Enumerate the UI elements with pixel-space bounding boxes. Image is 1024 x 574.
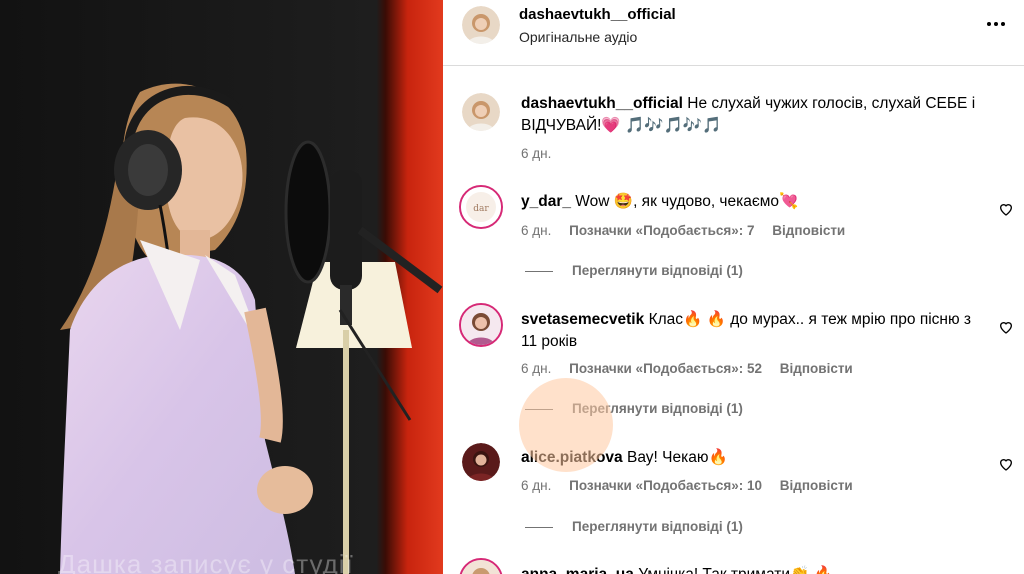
audio-label[interactable]: Оригінальне аудіо bbox=[519, 29, 637, 45]
author-avatar[interactable] bbox=[462, 93, 500, 131]
view-replies-button[interactable]: Переглянути відповіді (1) bbox=[525, 401, 743, 416]
comment-username[interactable]: dashaevtukh__official bbox=[521, 95, 683, 112]
replies-divider bbox=[525, 526, 553, 528]
comment-text: Умнічка! Так тримати👏 🔥 bbox=[638, 566, 833, 574]
post-header: dashaevtukh__official Оригінальне аудіо bbox=[443, 0, 1024, 66]
heart-outline-icon[interactable] bbox=[998, 201, 1014, 217]
view-replies-button[interactable]: Переглянути відповіді (1) bbox=[525, 263, 743, 278]
author-username[interactable]: dashaevtukh__official bbox=[519, 6, 676, 23]
comment-username[interactable]: y_dar_ bbox=[521, 193, 571, 210]
svg-text:dar: dar bbox=[473, 204, 489, 214]
comment-time[interactable]: 6 дн. bbox=[521, 223, 551, 238]
comment-meta: 6 дн. bbox=[521, 146, 565, 161]
likes-count[interactable]: Позначки «Подобається»: 10 bbox=[569, 478, 762, 493]
replies-divider bbox=[525, 408, 553, 410]
comment-meta: 6 дн. Позначки «Подобається»: 7 Відповіс… bbox=[521, 223, 859, 238]
comment-text: Вау! Чекаю🔥 bbox=[626, 449, 728, 466]
commenter-avatar[interactable]: dar bbox=[459, 185, 503, 229]
comment-text-block: alice.piatkova Вау! Чекаю🔥 bbox=[521, 447, 981, 469]
comment-meta: 6 дн. Позначки «Подобається»: 10 Відпові… bbox=[521, 478, 867, 493]
heart-outline-icon[interactable] bbox=[998, 319, 1014, 335]
reply-button[interactable]: Відповісти bbox=[772, 223, 845, 238]
reply-button[interactable]: Відповісти bbox=[780, 361, 853, 376]
view-replies-label: Переглянути відповіді (1) bbox=[572, 519, 743, 534]
comment-time[interactable]: 6 дн. bbox=[521, 146, 551, 161]
reply-button[interactable]: Відповісти bbox=[780, 478, 853, 493]
comment-username[interactable]: svetasemecvetik bbox=[521, 311, 644, 328]
view-replies-button[interactable]: Переглянути відповіді (1) bbox=[525, 519, 743, 534]
caption-text-block: dashaevtukh__official Не слухай чужих го… bbox=[521, 93, 981, 137]
video-caption: Дашка записує у студії bbox=[58, 549, 354, 574]
video-player[interactable]: Дашка записує у студії bbox=[0, 0, 443, 574]
likes-count[interactable]: Позначки «Подобається»: 7 bbox=[569, 223, 754, 238]
comment-time[interactable]: 6 дн. bbox=[521, 478, 551, 493]
replies-divider bbox=[525, 270, 553, 272]
comment-username[interactable]: anna_maria_ua bbox=[521, 566, 634, 574]
comment-text-block: svetasemecvetik Клас🔥 🔥 до мурах.. я теж… bbox=[521, 309, 981, 353]
comment-username[interactable]: alice.piatkova bbox=[521, 449, 623, 466]
view-replies-label: Переглянути відповіді (1) bbox=[572, 263, 743, 278]
commenter-avatar[interactable] bbox=[459, 558, 503, 574]
author-avatar[interactable] bbox=[462, 6, 500, 44]
heart-outline-icon[interactable] bbox=[998, 456, 1014, 472]
view-replies-label: Переглянути відповіді (1) bbox=[572, 401, 743, 416]
commenter-avatar[interactable] bbox=[462, 443, 500, 481]
comment-meta: 6 дн. Позначки «Подобається»: 52 Відпові… bbox=[521, 361, 867, 376]
video-frame bbox=[0, 0, 443, 574]
comment-text: Wow 🤩, як чудово, чекаємо💘 bbox=[575, 193, 799, 210]
comment-time[interactable]: 6 дн. bbox=[521, 361, 551, 376]
commenter-avatar[interactable] bbox=[459, 303, 503, 347]
likes-count[interactable]: Позначки «Подобається»: 52 bbox=[569, 361, 762, 376]
more-horizontal-icon[interactable] bbox=[986, 14, 1006, 34]
comments-panel: dashaevtukh__official Оригінальне аудіо … bbox=[443, 0, 1024, 574]
comment-text-block: anna_maria_ua Умнічка! Так тримати👏 🔥 bbox=[521, 564, 981, 574]
comment-text-block: y_dar_ Wow 🤩, як чудово, чекаємо💘 bbox=[521, 191, 981, 213]
